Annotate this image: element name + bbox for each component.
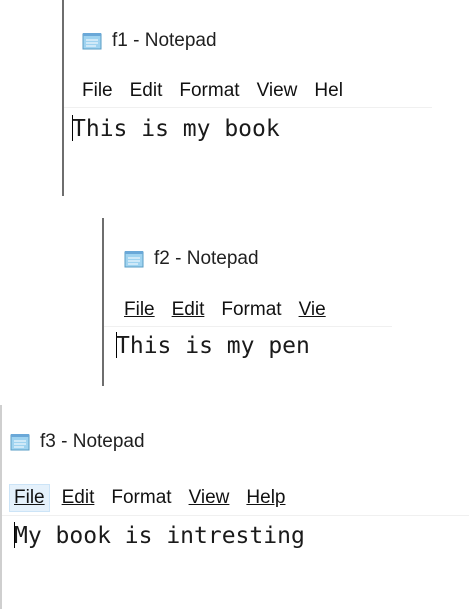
notepad-window-f1: f1 - Notepad File Edit Format View Hel T…	[62, 0, 432, 196]
menu-edit[interactable]: Edit	[168, 297, 209, 323]
menu-file[interactable]: File	[120, 297, 159, 323]
menu-divider	[64, 107, 432, 108]
menu-edit[interactable]: Edit	[58, 485, 99, 511]
notepad-window-f2: f2 - Notepad File Edit Format Vie This i…	[102, 218, 392, 386]
text-editor-area[interactable]: This is my book	[72, 114, 280, 144]
editor-content: This is my pen	[116, 333, 310, 359]
menu-format[interactable]: Format	[217, 297, 285, 323]
editor-content: This is my book	[72, 116, 280, 142]
menu-edit-label: Edit	[61, 487, 95, 508]
notepad-icon	[10, 433, 32, 451]
menu-bar: File Edit Format View Help	[9, 484, 298, 512]
menu-file[interactable]: File	[9, 484, 50, 512]
menu-view[interactable]: View	[253, 78, 302, 104]
menu-edit-label: Edit	[171, 299, 205, 320]
menu-format[interactable]: Format	[175, 78, 243, 104]
menu-help[interactable]: Hel	[310, 78, 347, 104]
window-title: f3 - Notepad	[40, 431, 145, 452]
text-editor-area[interactable]: This is my pen	[116, 331, 310, 361]
title-bar[interactable]: f1 - Notepad	[82, 18, 432, 64]
menu-format[interactable]: Format	[107, 485, 175, 511]
title-bar[interactable]: f2 - Notepad	[124, 236, 392, 282]
menu-divider	[104, 326, 392, 327]
window-title: f2 - Notepad	[154, 248, 259, 269]
menu-file-label: File	[124, 299, 155, 320]
notepad-window-f3: f3 - Notepad File Edit Format View Help …	[0, 405, 469, 609]
menu-view[interactable]: View	[185, 485, 234, 511]
menu-edit[interactable]: Edit	[126, 78, 167, 104]
menu-view[interactable]: Vie	[295, 297, 330, 323]
menu-bar: File Edit Format Vie	[120, 297, 339, 323]
window-title: f1 - Notepad	[112, 30, 217, 51]
text-editor-area[interactable]: My book is intresting	[14, 521, 305, 551]
notepad-icon	[124, 250, 146, 268]
menu-divider	[2, 515, 469, 516]
menu-file-label: File	[14, 487, 45, 508]
title-bar[interactable]: f3 - Notepad	[10, 419, 469, 465]
menu-bar: File Edit Format View Hel	[78, 78, 356, 104]
menu-help-label: Help	[246, 487, 286, 508]
menu-view-label: Vie	[298, 299, 326, 320]
menu-help[interactable]: Help	[242, 485, 289, 511]
menu-view-label: View	[188, 487, 230, 508]
menu-file[interactable]: File	[78, 78, 117, 104]
editor-content: My book is intresting	[14, 523, 305, 549]
notepad-icon	[82, 32, 104, 50]
